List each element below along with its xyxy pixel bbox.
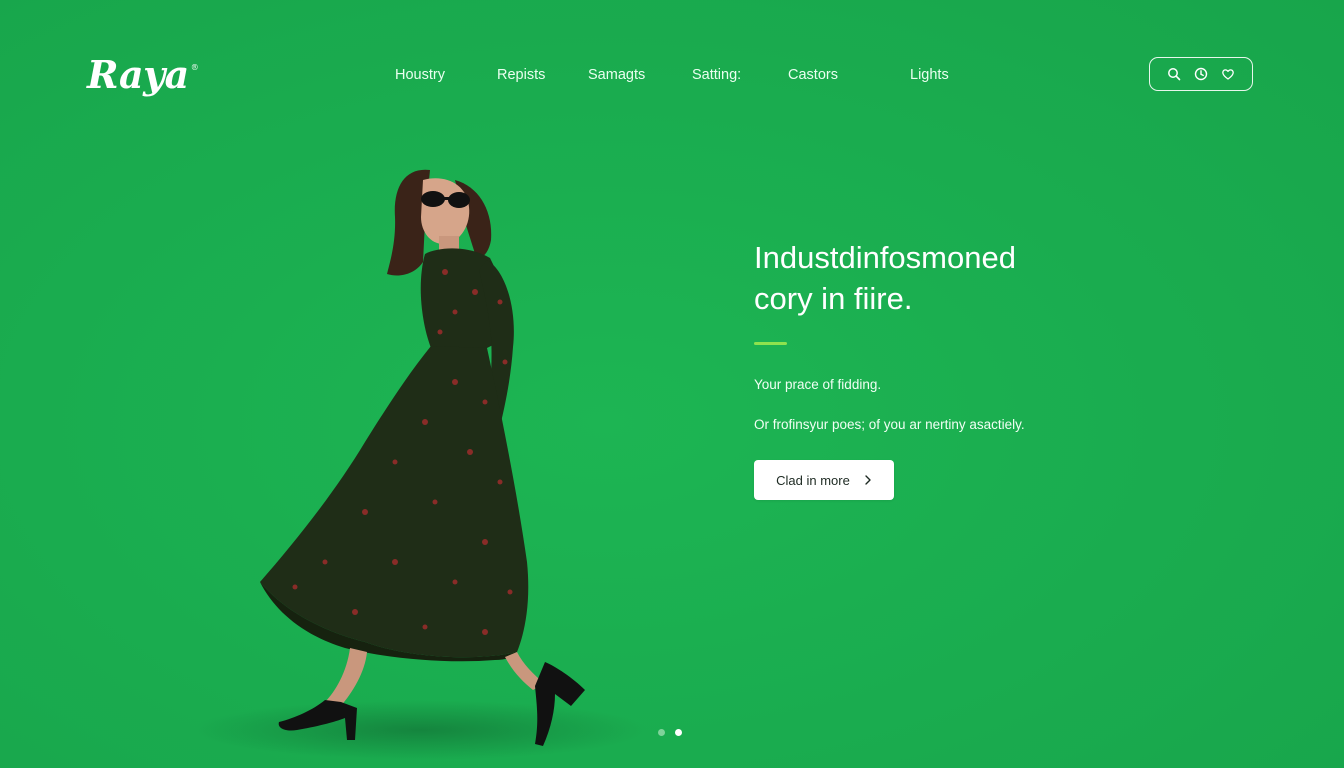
trademark-mark: ®: [190, 63, 199, 73]
clock-icon[interactable]: [1190, 63, 1212, 85]
nav-item-houstry[interactable]: Houstry: [395, 67, 445, 83]
hero-headline-line2: cory in fiire.: [754, 281, 913, 316]
hero-headline: Industdinfosmoned cory in fiire.: [754, 237, 1174, 319]
chevron-right-icon: [864, 473, 872, 488]
carousel-dot-2[interactable]: [675, 729, 682, 736]
hero-headline-line1: Industdinfosmoned: [754, 240, 1016, 275]
search-icon[interactable]: [1163, 63, 1185, 85]
nav-item-satting[interactable]: Satting:: [692, 67, 741, 83]
nav-item-castors[interactable]: Castors: [788, 67, 838, 83]
cta-label: Clad in more: [776, 472, 850, 488]
brand-logo[interactable]: Raya ®: [87, 52, 199, 97]
cta-button[interactable]: Clad in more: [754, 460, 894, 500]
carousel-indicators: [658, 729, 682, 736]
carousel-dot-1[interactable]: [658, 729, 665, 736]
hero-description: Or frofinsyur poes; of you ar nertiny as…: [754, 417, 1025, 432]
hero-tagline: Your prace of fidding.: [754, 377, 882, 392]
nav-item-lights[interactable]: Lights: [910, 67, 949, 83]
hero-model-image: [255, 162, 595, 752]
brand-name: Raya: [87, 52, 189, 97]
heart-icon[interactable]: [1217, 63, 1239, 85]
nav-item-repists[interactable]: Repists: [497, 67, 545, 83]
nav-item-samagts[interactable]: Samagts: [588, 67, 645, 83]
accent-divider: [754, 342, 787, 345]
utility-toolbar: [1149, 57, 1253, 91]
